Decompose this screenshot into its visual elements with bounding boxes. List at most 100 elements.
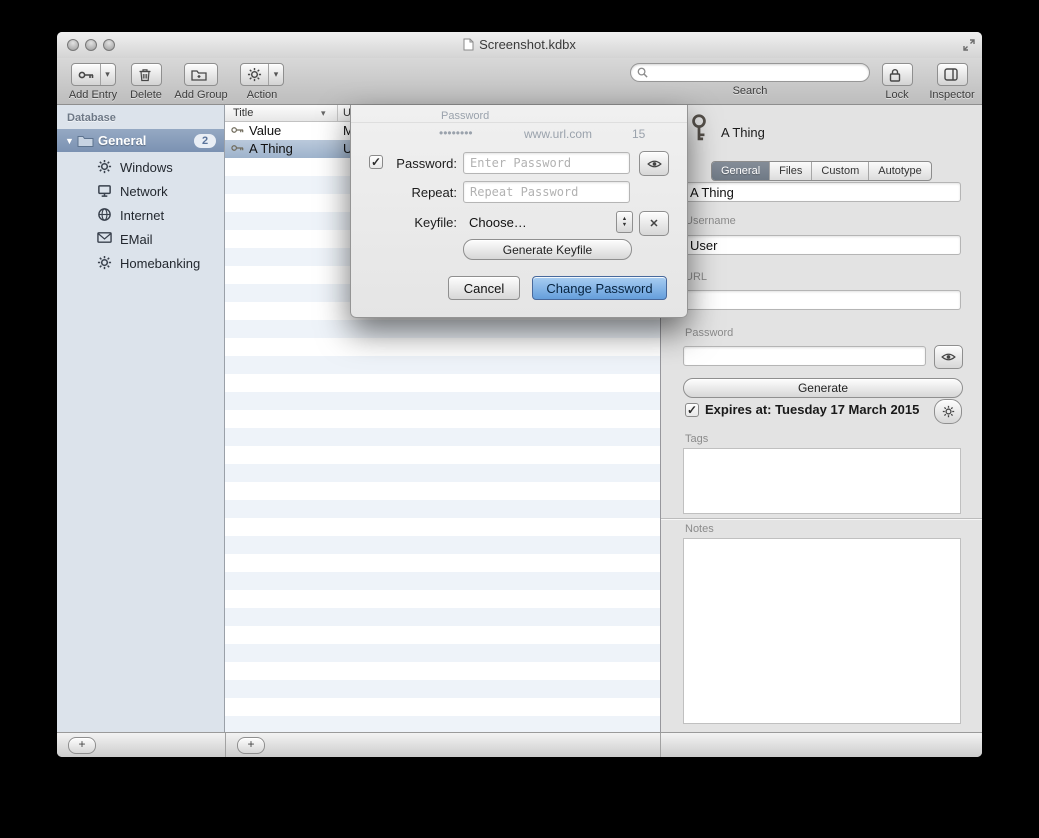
obscured-modified: 15 xyxy=(632,127,645,141)
group-count-badge: 2 xyxy=(194,134,216,148)
sidebar-section-header: Database xyxy=(67,112,116,124)
section-divider xyxy=(661,518,982,519)
notes-input[interactable] xyxy=(683,538,961,724)
password-label: Password xyxy=(685,327,733,339)
obscured-header-line xyxy=(351,122,687,123)
envelope-icon xyxy=(97,231,113,247)
generate-keyfile-button[interactable]: Generate Keyfile xyxy=(463,239,632,260)
sidebar-group-label: General xyxy=(98,133,194,148)
sidebar-item-label: Homebanking xyxy=(120,256,200,271)
eye-icon xyxy=(647,159,662,169)
search-field[interactable] xyxy=(630,63,870,82)
expires-options-button[interactable] xyxy=(934,399,962,424)
search-label: Search xyxy=(733,85,768,97)
entry-title: A Thing xyxy=(249,141,293,156)
expires-row: ✓ Expires at: Tuesday 17 March 2015 xyxy=(685,402,919,417)
column-header-title[interactable]: Title xyxy=(233,107,253,119)
url-field[interactable] xyxy=(683,290,961,310)
inspector-button[interactable] xyxy=(937,63,968,86)
add-group-label: Add Group xyxy=(174,89,227,101)
tags-label: Tags xyxy=(685,433,708,445)
tab-custom[interactable]: Custom xyxy=(812,162,869,180)
search-input[interactable] xyxy=(652,65,863,81)
inspector-tabs: General Files Custom Autotype xyxy=(711,161,932,181)
lock-label: Lock xyxy=(885,89,908,101)
action-button[interactable]: ▾ xyxy=(240,63,284,86)
chevron-down-icon[interactable]: ▾ xyxy=(268,64,283,85)
pane-divider xyxy=(660,733,661,757)
tags-input[interactable] xyxy=(683,448,961,514)
sidebar-item-windows[interactable]: Windows xyxy=(57,155,224,179)
add-group-plus-button[interactable]: + xyxy=(68,737,96,754)
lock-icon xyxy=(883,64,907,85)
username-label: Username xyxy=(685,215,736,227)
lock-button[interactable] xyxy=(882,63,913,86)
pane-divider xyxy=(225,733,226,757)
change-password-sheet: Password •••••••• www.url.com 15 ✓ Passw… xyxy=(350,105,688,318)
sidebar-item-label: Network xyxy=(120,184,168,199)
arrow-down-icon: ▼ xyxy=(622,222,627,228)
sidebar-item-label: EMail xyxy=(120,232,153,247)
clear-keyfile-button[interactable]: ✕ xyxy=(639,211,669,236)
show-password-button[interactable] xyxy=(934,345,963,369)
folder-icon xyxy=(77,134,94,147)
expires-text: Expires at: Tuesday 17 March 2015 xyxy=(705,402,919,417)
obscured-password-dots: •••••••• xyxy=(439,126,473,140)
add-entry-button[interactable]: ▾ xyxy=(71,63,116,86)
add-entry-plus-button[interactable]: + xyxy=(237,737,265,754)
change-password-button[interactable]: Change Password xyxy=(532,276,667,300)
keyfile-popup-button[interactable]: Choose… ▲ ▼ xyxy=(463,211,633,233)
sidebar-item-label: Windows xyxy=(120,160,173,175)
delete-label: Delete xyxy=(130,89,162,101)
trash-icon xyxy=(132,64,158,85)
obscured-url: www.url.com xyxy=(524,127,592,141)
check-icon: ✓ xyxy=(687,404,697,416)
password-field[interactable] xyxy=(683,346,926,366)
column-divider[interactable] xyxy=(337,105,338,121)
monitor-icon xyxy=(97,183,113,199)
sheet-repeat-label: Repeat: xyxy=(367,185,457,200)
sidebar-item-internet[interactable]: Internet xyxy=(57,203,224,227)
folder-plus-icon xyxy=(185,64,213,85)
gear-icon xyxy=(241,64,268,85)
sheet-keyfile-label: Keyfile: xyxy=(367,215,457,230)
fullscreen-icon[interactable] xyxy=(963,39,975,51)
stepper-icon[interactable]: ▲ ▼ xyxy=(616,211,633,233)
generate-password-button[interactable]: Generate xyxy=(683,378,963,398)
toolbar: ▾ Add Entry Delete Add Group xyxy=(57,58,982,105)
close-icon: ✕ xyxy=(649,217,658,230)
window-titlebar: Screenshot.kdbx xyxy=(57,32,982,58)
show-password-button[interactable] xyxy=(639,151,669,176)
gear-icon xyxy=(942,405,955,418)
obscured-password-header: Password xyxy=(441,110,489,122)
title-field[interactable] xyxy=(683,182,961,202)
sidebar-item-network[interactable]: Network xyxy=(57,179,224,203)
sort-indicator-icon: ▾ xyxy=(321,108,326,119)
tab-files[interactable]: Files xyxy=(770,162,812,180)
sidebar-item-email[interactable]: EMail xyxy=(57,227,224,251)
inspector-panel-icon xyxy=(938,64,964,85)
disclosure-triangle-icon[interactable]: ▼ xyxy=(65,136,77,146)
sidebar-group-general[interactable]: ▼ General 2 xyxy=(57,129,224,152)
globe-icon xyxy=(97,207,113,223)
cancel-button[interactable]: Cancel xyxy=(448,276,520,300)
delete-button[interactable] xyxy=(131,63,162,86)
eye-icon xyxy=(941,352,956,362)
tab-general[interactable]: General xyxy=(712,162,770,180)
gear-icon xyxy=(97,159,113,175)
sheet-password-input[interactable] xyxy=(463,152,630,174)
add-entry-label: Add Entry xyxy=(69,89,117,101)
key-icon xyxy=(72,64,100,85)
sidebar-item-homebanking[interactable]: Homebanking xyxy=(57,251,224,275)
sidebar: Database ▼ General 2 Windows Network Int… xyxy=(57,105,225,732)
tab-autotype[interactable]: Autotype xyxy=(869,162,930,180)
username-field[interactable] xyxy=(683,235,961,255)
keyfile-selected-value: Choose… xyxy=(469,215,616,230)
window-title: Screenshot.kdbx xyxy=(57,32,982,58)
bottom-bar: + + xyxy=(57,732,982,757)
document-icon xyxy=(463,38,474,51)
add-group-button[interactable] xyxy=(184,63,218,86)
expires-checkbox[interactable]: ✓ xyxy=(685,403,699,417)
chevron-down-icon[interactable]: ▾ xyxy=(100,64,115,85)
sheet-repeat-input[interactable] xyxy=(463,181,630,203)
